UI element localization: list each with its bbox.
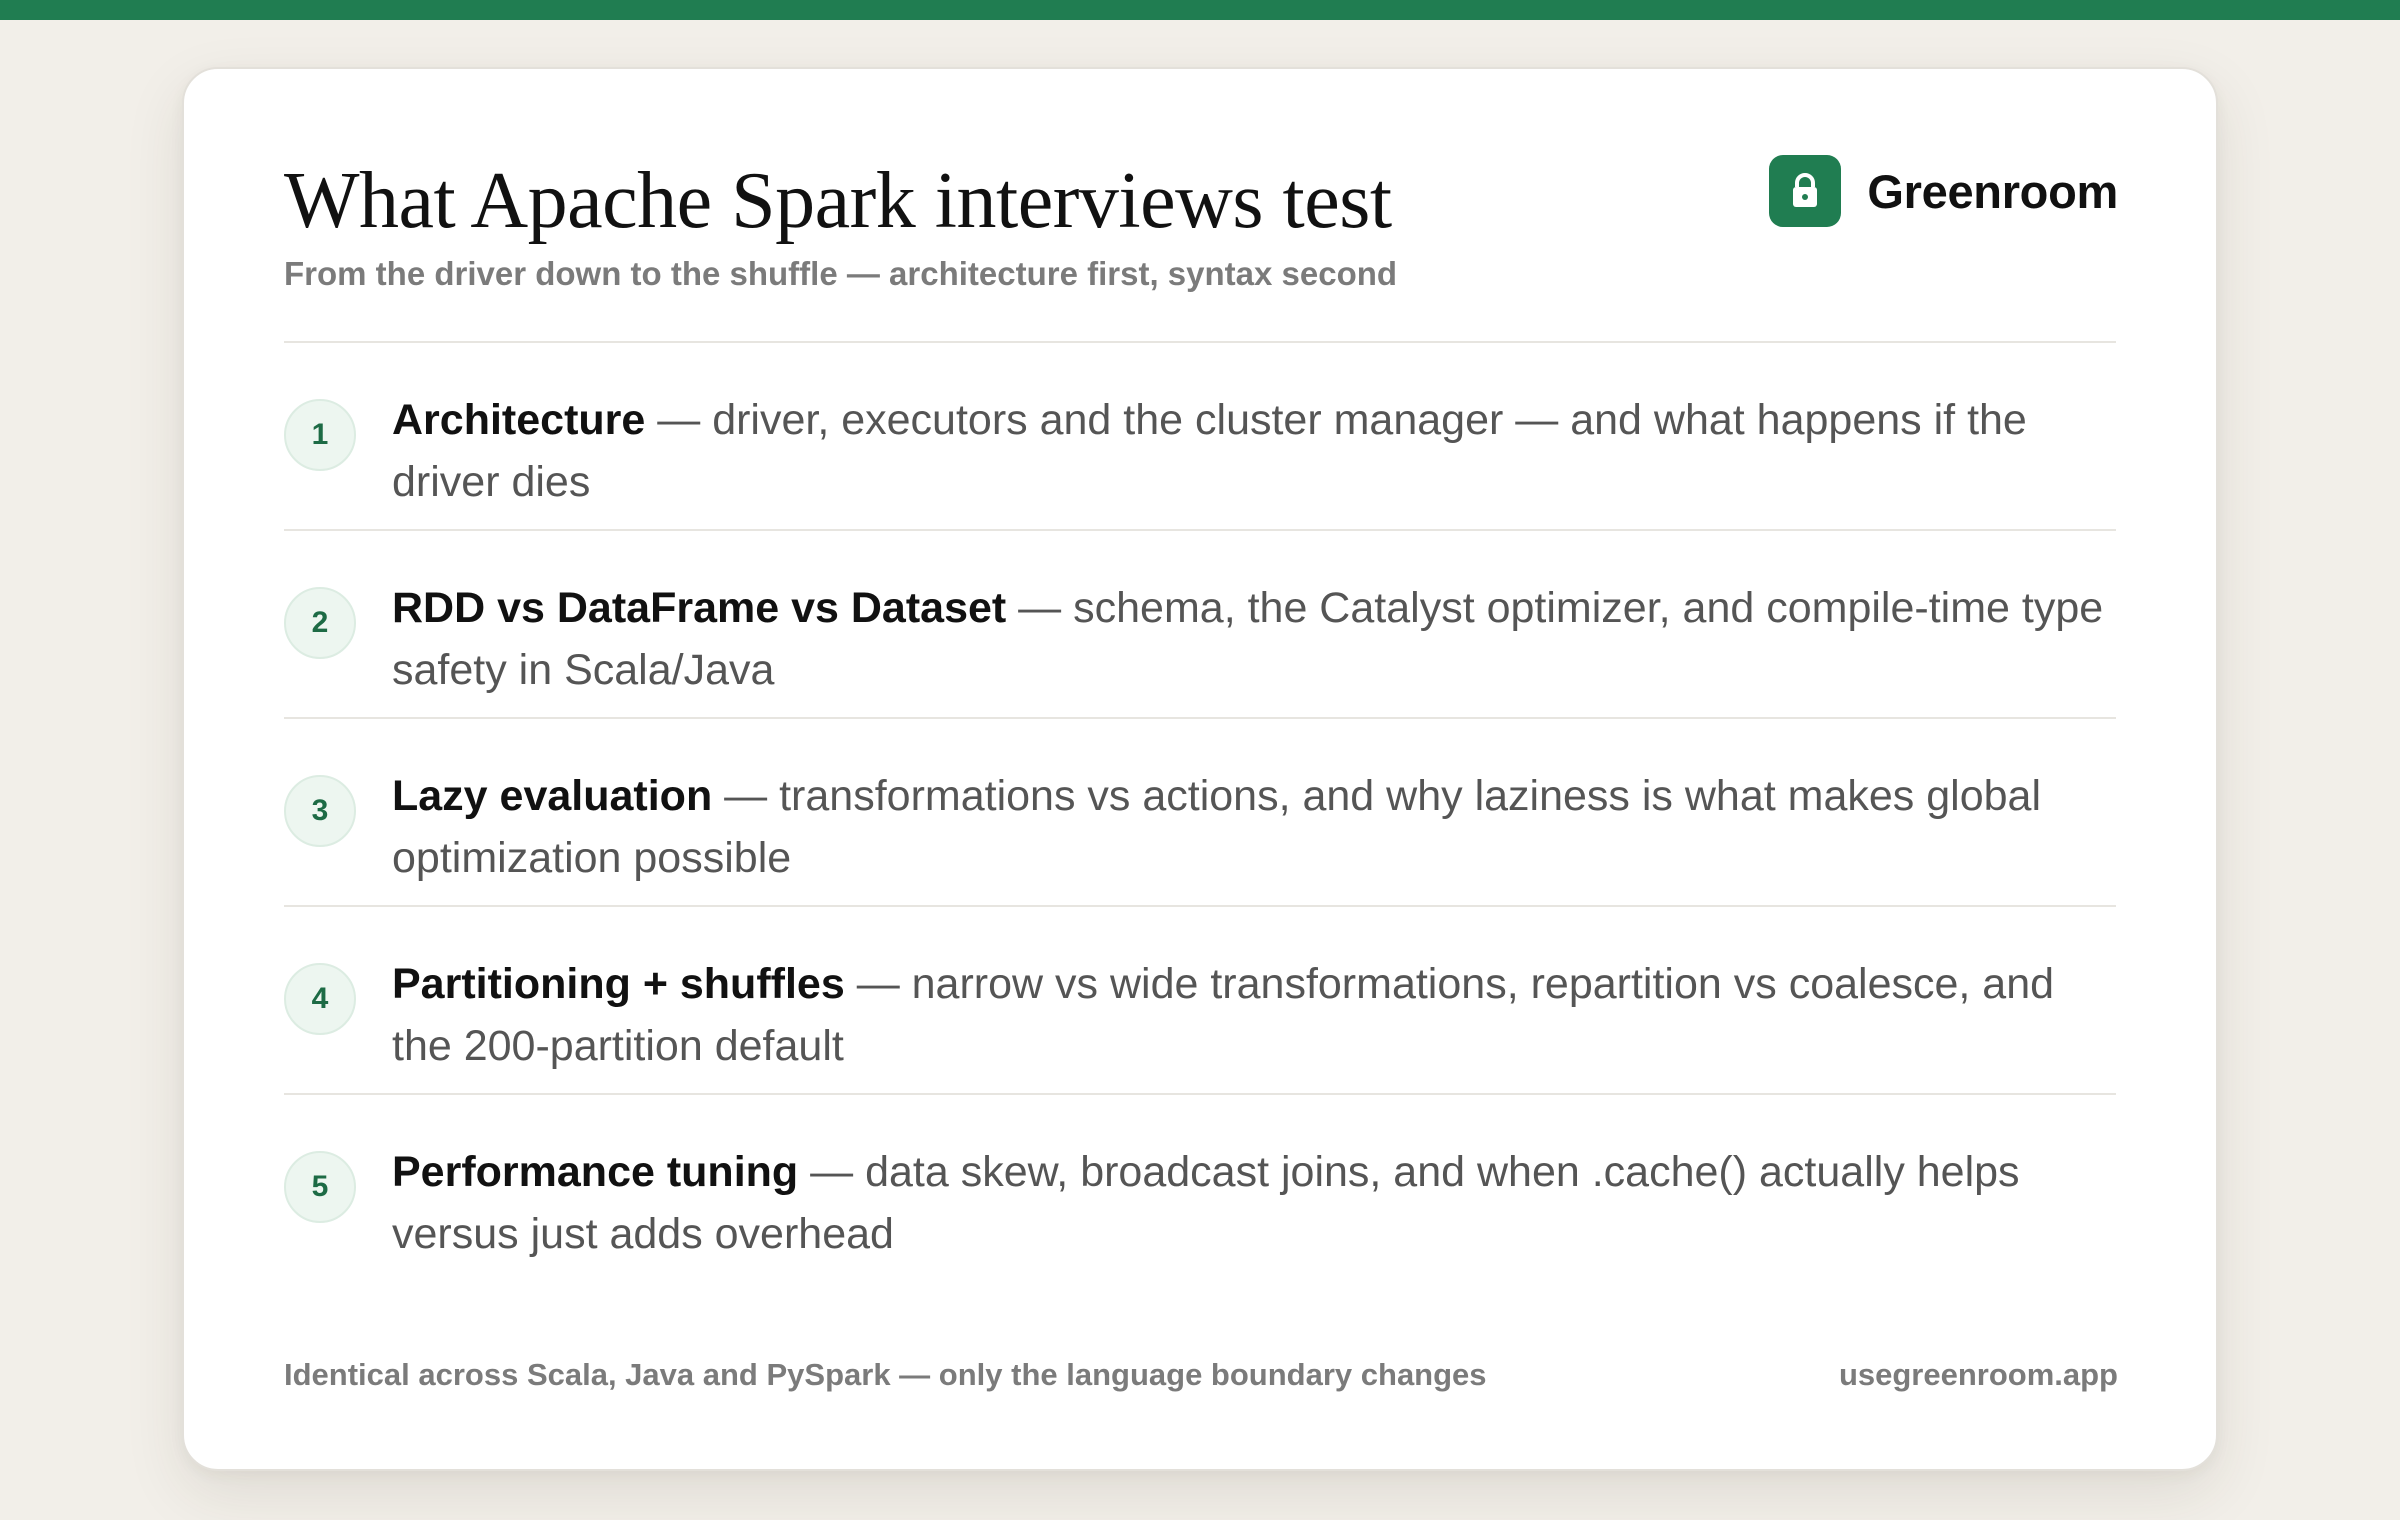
list-item: 3 Lazy evaluation — transformations vs a… — [284, 719, 2116, 907]
lock-icon — [1769, 155, 1842, 227]
footer-url: usegreenroom.app — [1838, 1357, 2118, 1392]
item-title: Partitioning + shuffles — [392, 960, 845, 1008]
item-title: Performance tuning — [392, 1148, 799, 1196]
item-number-badge: 1 — [284, 399, 356, 471]
item-text: Performance tuning — data skew, broadcas… — [392, 1141, 2116, 1265]
list-item: 4 Partitioning + shuffles — narrow vs wi… — [284, 907, 2116, 1095]
item-number-badge: 2 — [284, 587, 356, 659]
item-text: Lazy evaluation — transformations vs act… — [392, 765, 2116, 889]
page-subtitle: From the driver down to the shuffle — ar… — [284, 255, 1398, 292]
item-text: RDD vs DataFrame vs Dataset — schema, th… — [392, 577, 2116, 701]
item-title: Lazy evaluation — [392, 772, 713, 820]
item-title: Architecture — [392, 396, 646, 444]
item-number-badge: 3 — [284, 775, 356, 847]
top-accent-bar — [0, 0, 2400, 20]
item-number-badge: 4 — [284, 963, 356, 1035]
list-item: 1 Architecture — driver, executors and t… — [284, 343, 2116, 531]
footer-note: Identical across Scala, Java and PySpark… — [284, 1357, 1487, 1392]
item-number-badge: 5 — [284, 1151, 356, 1223]
list-item: 2 RDD vs DataFrame vs Dataset — schema, … — [284, 531, 2116, 719]
page-title: What Apache Spark interviews test — [284, 157, 1392, 245]
content-card: What Apache Spark interviews test From t… — [182, 67, 2218, 1471]
brand-name: Greenroom — [1867, 164, 2118, 218]
item-text: Architecture — driver, executors and the… — [392, 389, 2116, 513]
brand-logo: Greenroom — [1769, 155, 2118, 227]
item-text: Partitioning + shuffles — narrow vs wide… — [392, 953, 2116, 1077]
list-item: 5 Performance tuning — data skew, broadc… — [284, 1095, 2116, 1283]
item-title: RDD vs DataFrame vs Dataset — [392, 584, 1007, 632]
topic-list: 1 Architecture — driver, executors and t… — [284, 343, 2116, 1283]
